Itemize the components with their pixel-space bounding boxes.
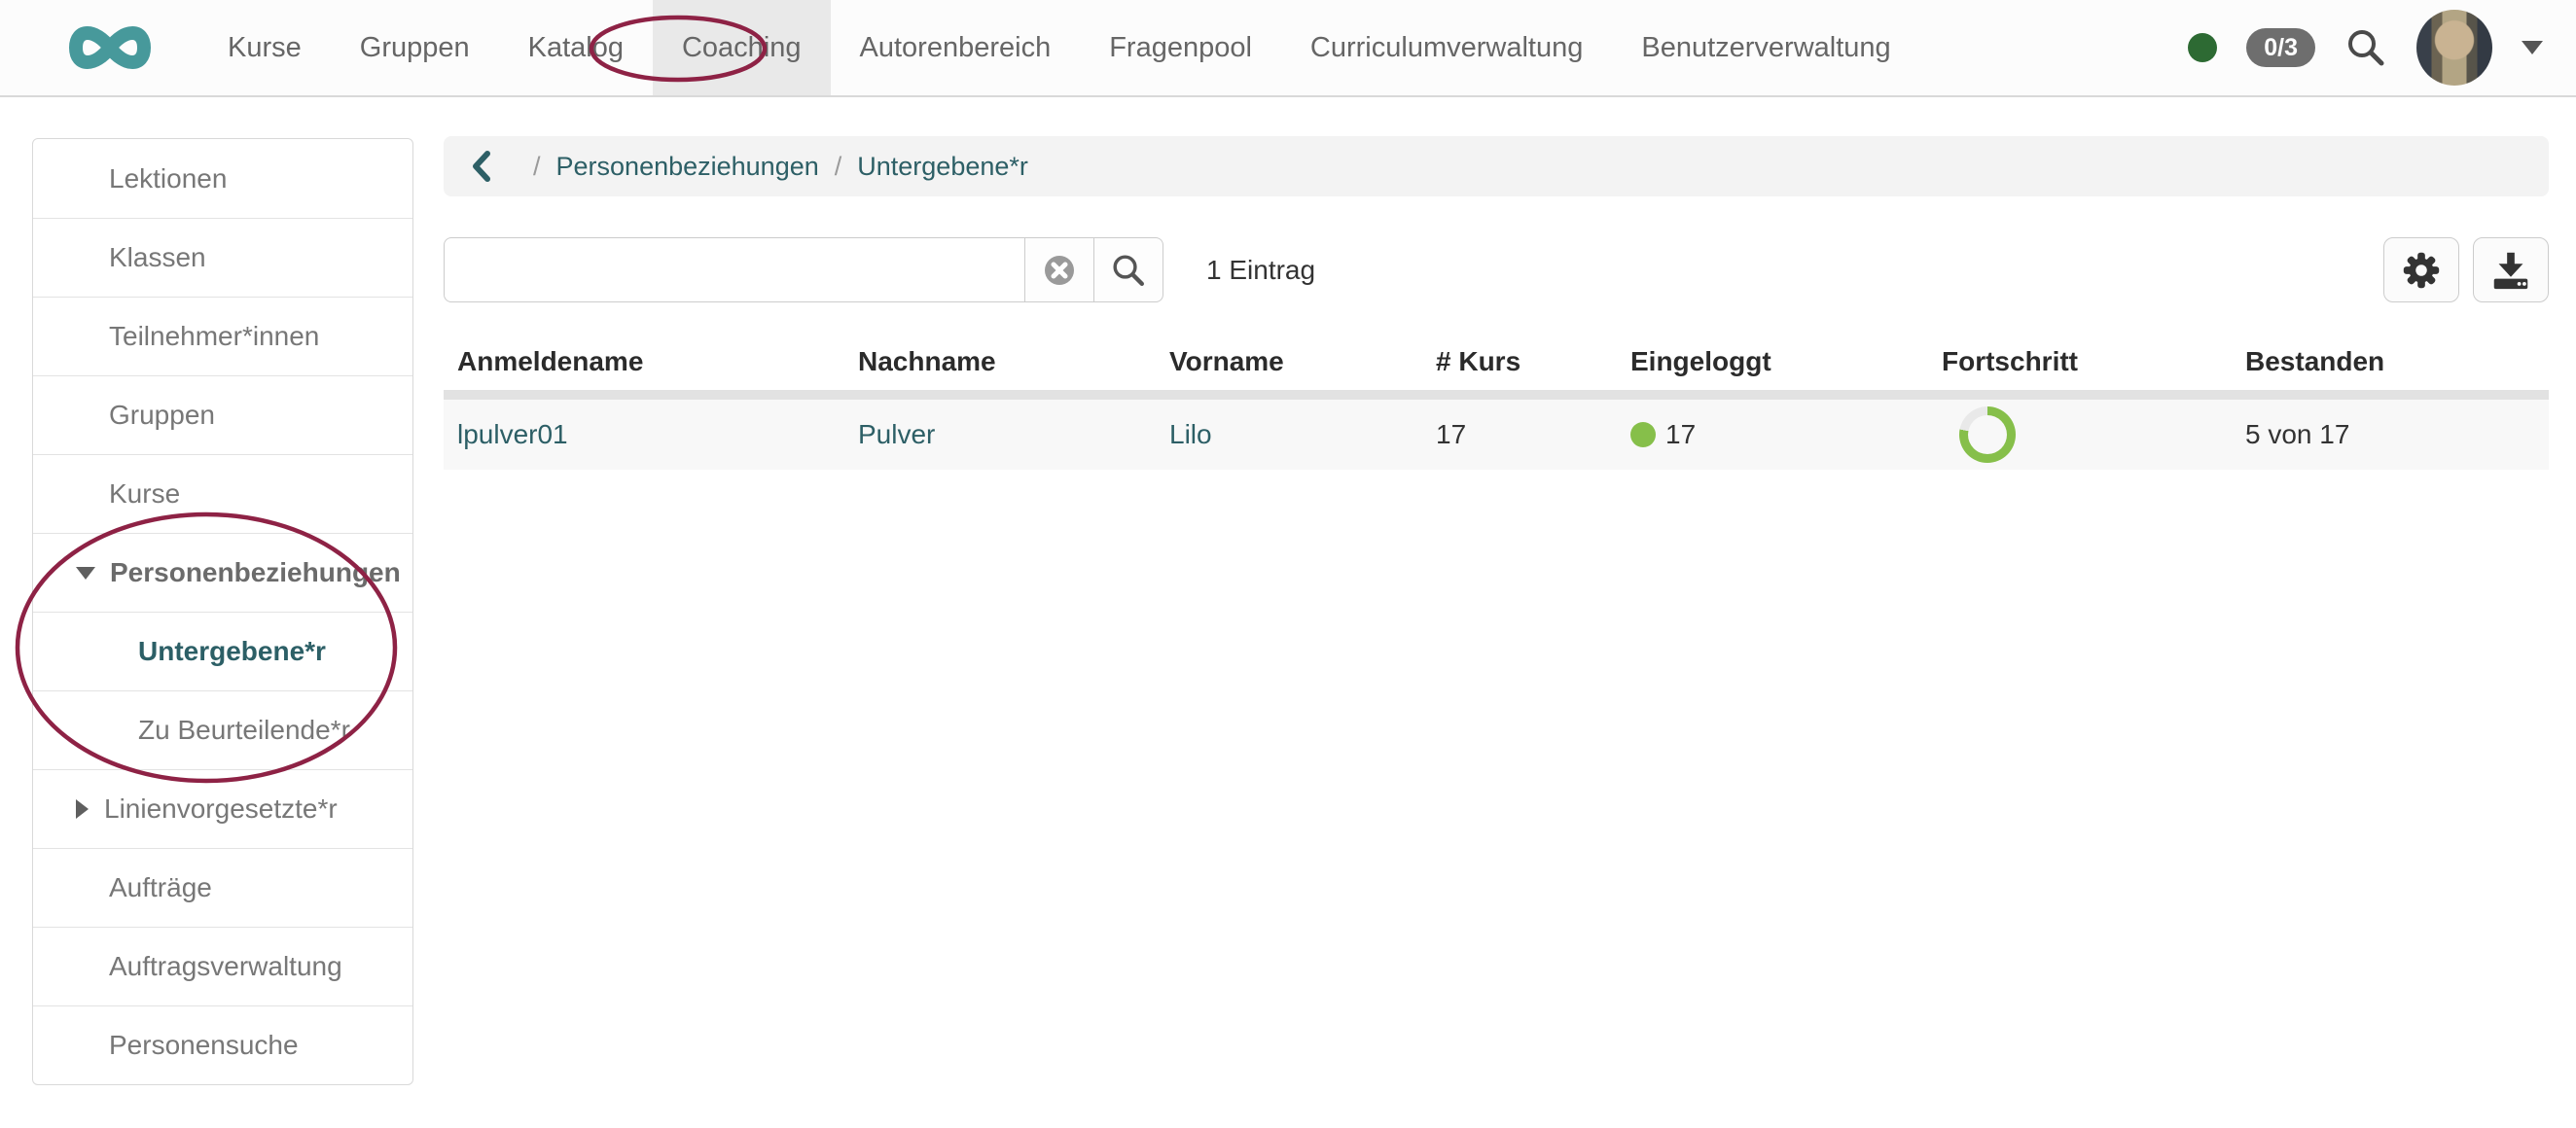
column-header-kurs[interactable]: # Kurs bbox=[1422, 346, 1617, 377]
main-content: / Personenbeziehungen / Untergebene*r bbox=[444, 136, 2549, 470]
gear-icon bbox=[2399, 248, 2444, 293]
user-avatar[interactable] bbox=[2416, 10, 2492, 86]
sidebar-item-label: Kurse bbox=[109, 478, 180, 510]
subordinates-table: Anmeldename Nachname Vorname # Kurs Eing… bbox=[444, 334, 2549, 470]
clear-search-button[interactable] bbox=[1024, 237, 1094, 302]
table-settings-button[interactable] bbox=[2383, 237, 2459, 302]
sidebar-item-label: Personenbeziehungen bbox=[110, 557, 401, 588]
breadcrumb: / Personenbeziehungen / Untergebene*r bbox=[444, 136, 2549, 196]
sidebar-item-gruppen[interactable]: Gruppen bbox=[33, 375, 412, 454]
breadcrumb-separator: / bbox=[533, 152, 541, 182]
sidebar-item-label: Klassen bbox=[109, 242, 206, 273]
search-input-group bbox=[444, 237, 1163, 302]
sidebar-item-label: Gruppen bbox=[109, 400, 215, 431]
sidebar-item-teilnehmerinnen[interactable]: Teilnehmer*innen bbox=[33, 297, 412, 375]
column-header-vorname[interactable]: Vorname bbox=[1156, 346, 1422, 377]
progress-ring-hole bbox=[1968, 415, 2007, 454]
nav-item-coaching[interactable]: Coaching bbox=[653, 0, 831, 95]
table-header-row: Anmeldename Nachname Vorname # Kurs Eing… bbox=[444, 334, 2549, 390]
download-icon bbox=[2488, 248, 2533, 293]
sidebar-item-kurse[interactable]: Kurse bbox=[33, 454, 412, 533]
breadcrumb-item-personenbeziehungen[interactable]: Personenbeziehungen bbox=[556, 152, 819, 182]
search-icon bbox=[1110, 252, 1147, 289]
nav-item-curriculumverwaltung[interactable]: Curriculumverwaltung bbox=[1281, 0, 1612, 95]
sidebar-item-label: Teilnehmer*innen bbox=[109, 321, 319, 352]
chevron-right-icon bbox=[76, 799, 89, 819]
chat-counter-badge[interactable]: 0/3 bbox=[2246, 28, 2315, 67]
sidebar-item-label: Linienvorgesetzte*r bbox=[104, 793, 338, 825]
sidebar-item-zu-beurteilende[interactable]: Zu Beurteilende*r bbox=[33, 690, 412, 769]
nav-item-gruppen[interactable]: Gruppen bbox=[331, 0, 499, 95]
cell-eingeloggt-count: 17 bbox=[1665, 419, 1696, 450]
logged-in-status-dot bbox=[1630, 422, 1656, 447]
table-toolbar bbox=[2383, 237, 2549, 302]
sidebar-item-auftraege[interactable]: Aufträge bbox=[33, 848, 412, 927]
nav-item-katalog[interactable]: Katalog bbox=[499, 0, 653, 95]
chevron-down-icon bbox=[76, 567, 95, 580]
clear-circle-x-icon bbox=[1042, 253, 1077, 288]
breadcrumb-separator: / bbox=[835, 152, 842, 182]
table-filter-row: 1 Eintrag bbox=[444, 237, 2549, 302]
sidebar-item-untergebene[interactable]: Untergebene*r bbox=[33, 612, 412, 690]
user-menu-caret-icon[interactable] bbox=[2522, 41, 2543, 54]
nav-item-fragenpool[interactable]: Fragenpool bbox=[1080, 0, 1281, 95]
sidebar-item-linienvorgesetzte[interactable]: Linienvorgesetzte*r bbox=[33, 769, 412, 848]
column-header-bestanden[interactable]: Bestanden bbox=[2232, 346, 2549, 377]
nav-item-autorenbereich[interactable]: Autorenbereich bbox=[831, 0, 1081, 95]
sidebar-item-label: Aufträge bbox=[109, 872, 212, 903]
column-header-anmeldename[interactable]: Anmeldename bbox=[444, 346, 844, 377]
sidebar-item-personensuche[interactable]: Personensuche bbox=[33, 1005, 412, 1084]
sidebar-item-label: Auftragsverwaltung bbox=[109, 951, 342, 982]
app-logo[interactable] bbox=[0, 0, 198, 95]
sidebar-item-auftragsverwaltung[interactable]: Auftragsverwaltung bbox=[33, 927, 412, 1005]
sidebar-item-lektionen[interactable]: Lektionen bbox=[33, 139, 412, 218]
cell-bestanden: 5 von 17 bbox=[2245, 419, 2349, 450]
nav-item-kurse[interactable]: Kurse bbox=[198, 0, 331, 95]
search-input[interactable] bbox=[444, 237, 1025, 302]
main-nav: Kurse Gruppen Katalog Coaching Autorenbe… bbox=[198, 0, 1920, 95]
table-row[interactable]: lpulver01 Pulver Lilo 17 17 5 von 17 bbox=[444, 400, 2549, 470]
breadcrumb-back-icon[interactable] bbox=[471, 150, 492, 183]
top-navigation-bar: Kurse Gruppen Katalog Coaching Autorenbe… bbox=[0, 0, 2576, 97]
coaching-sidebar: Lektionen Klassen Teilnehmer*innen Grupp… bbox=[32, 138, 413, 1085]
sidebar-item-label: Lektionen bbox=[109, 163, 227, 194]
global-search-icon[interactable] bbox=[2344, 26, 2387, 69]
progress-ring bbox=[1959, 406, 2016, 463]
sidebar-item-label: Untergebene*r bbox=[138, 636, 326, 667]
table-export-button[interactable] bbox=[2473, 237, 2549, 302]
topbar-right-cluster: 0/3 bbox=[2188, 0, 2576, 95]
page: Kurse Gruppen Katalog Coaching Autorenbe… bbox=[0, 0, 2576, 1128]
cell-nachname-link[interactable]: Pulver bbox=[858, 419, 935, 450]
column-header-nachname[interactable]: Nachname bbox=[844, 346, 1156, 377]
infinity-logo-icon bbox=[51, 14, 169, 82]
nav-item-benutzerverwaltung[interactable]: Benutzerverwaltung bbox=[1612, 0, 1919, 95]
column-header-fortschritt[interactable]: Fortschritt bbox=[1928, 346, 2232, 377]
entry-count: 1 Eintrag bbox=[1206, 255, 1315, 286]
cell-anmeldename-link[interactable]: lpulver01 bbox=[457, 419, 568, 450]
cell-vorname-link[interactable]: Lilo bbox=[1169, 419, 1212, 450]
sidebar-item-personenbeziehungen[interactable]: Personenbeziehungen bbox=[33, 533, 412, 612]
sidebar-item-klassen[interactable]: Klassen bbox=[33, 218, 412, 297]
presence-status-dot bbox=[2188, 33, 2217, 62]
sidebar-item-label: Zu Beurteilende*r bbox=[138, 715, 350, 746]
breadcrumb-item-untergebene[interactable]: Untergebene*r bbox=[857, 152, 1028, 182]
column-header-eingeloggt[interactable]: Eingeloggt bbox=[1617, 346, 1928, 377]
sidebar-item-label: Personensuche bbox=[109, 1030, 299, 1061]
submit-search-button[interactable] bbox=[1093, 237, 1163, 302]
table-header-shadow bbox=[444, 390, 2549, 400]
cell-kurs-count: 17 bbox=[1436, 419, 1466, 450]
